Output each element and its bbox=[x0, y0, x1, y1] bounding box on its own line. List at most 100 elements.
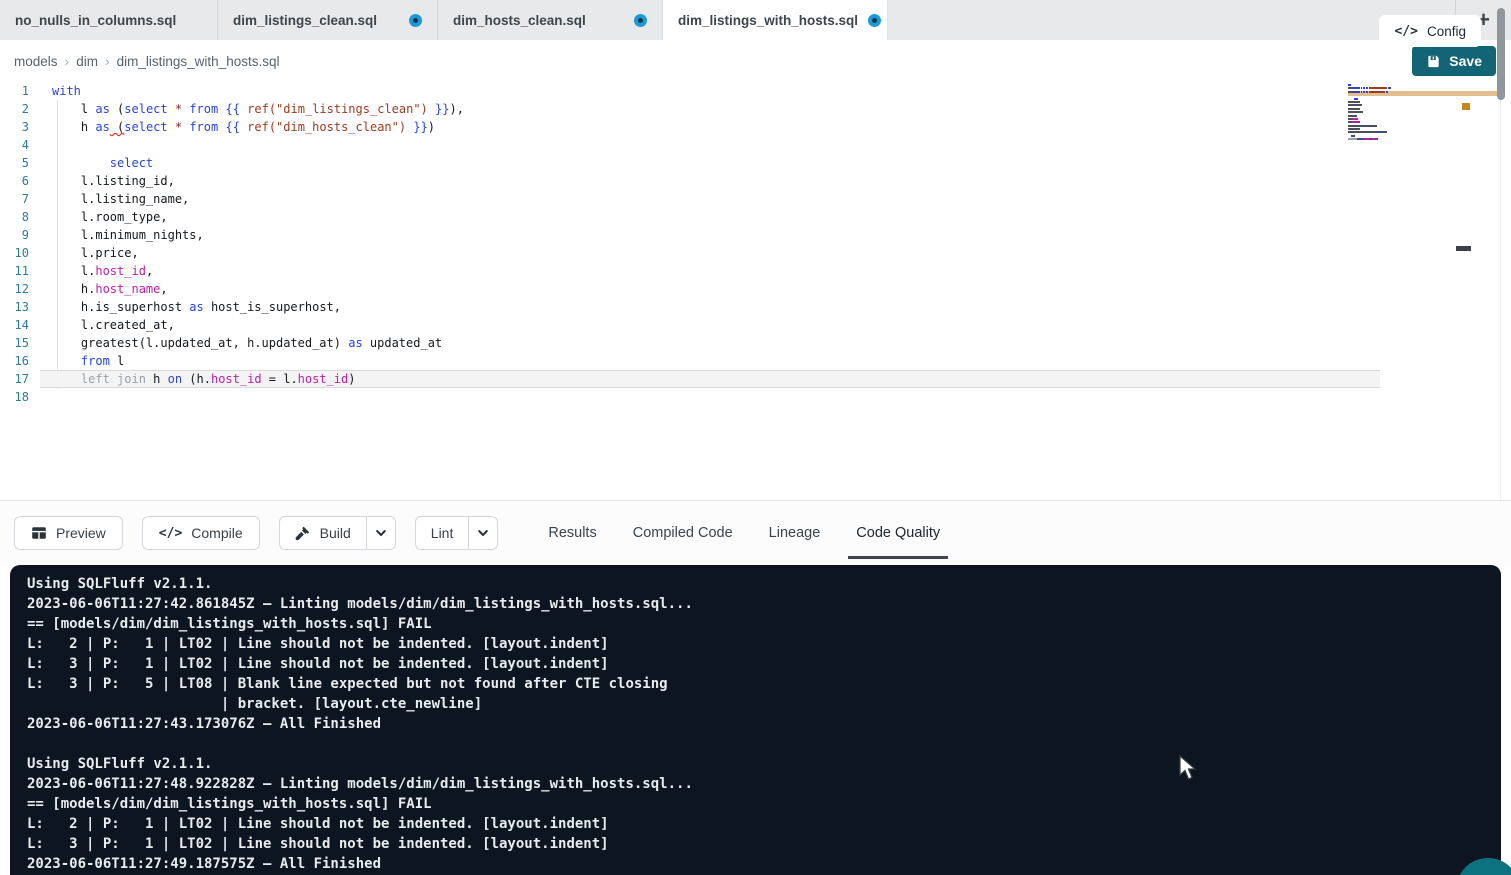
terminal-scrollbar[interactable] bbox=[1497, 8, 1505, 100]
terminal-output-line: L: 3 | P: 5 | LT08 | Blank line expected… bbox=[27, 674, 1501, 694]
code-line[interactable]: greatest(l.updated_at, h.updated_at) as … bbox=[40, 334, 1380, 352]
minimap[interactable] bbox=[1348, 84, 1426, 145]
code-line[interactable]: with bbox=[40, 82, 1380, 100]
terminal-output-line: Using SQLFluff v2.1.1. bbox=[27, 574, 1501, 594]
code-line[interactable]: l.listing_id, bbox=[40, 172, 1380, 190]
editor-tab-label: dim_hosts_clean.sql bbox=[453, 13, 586, 28]
line-number: 2 bbox=[0, 100, 40, 118]
code-line[interactable]: h.host_name, bbox=[40, 280, 1380, 298]
editor-tab-label: dim_listings_with_hosts.sql bbox=[678, 13, 858, 28]
terminal-output-line: L: 2 | P: 1 | LT02 | Line should not be … bbox=[27, 814, 1501, 834]
lint-button-label: Lint bbox=[431, 525, 454, 541]
build-button-label: Build bbox=[320, 525, 351, 541]
editor-right-border bbox=[1500, 82, 1501, 500]
preview-button[interactable]: Preview bbox=[14, 516, 123, 550]
code-line[interactable] bbox=[40, 388, 1380, 406]
compile-button[interactable]: </> Compile bbox=[142, 516, 260, 550]
dbt-cloud-ide: { "tabs": { "items": [ { "label": "no_nu… bbox=[0, 0, 1511, 875]
save-button-label: Save bbox=[1449, 53, 1482, 69]
code-line[interactable]: l.price, bbox=[40, 244, 1380, 262]
build-split-button: Build bbox=[279, 516, 396, 550]
config-button-label: Config bbox=[1427, 24, 1466, 39]
terminal-output-line: == [models/dim/dim_listings_with_hosts.s… bbox=[27, 794, 1501, 814]
terminal-output-line: L: 3 | P: 1 | LT02 | Line should not be … bbox=[27, 654, 1501, 674]
editor-tab-label: no_nulls_in_columns.sql bbox=[15, 13, 176, 28]
breadcrumb: models › dim › dim_listings_with_hosts.sql bbox=[14, 40, 279, 82]
line-number: 13 bbox=[0, 298, 40, 316]
terminal-output-line: L: 2 | P: 1 | LT02 | Line should not be … bbox=[27, 634, 1501, 654]
line-number: 18 bbox=[0, 388, 40, 406]
code-brackets-icon: </> bbox=[1394, 24, 1417, 39]
code-line[interactable]: h.is_superhost as host_is_superhost, bbox=[40, 298, 1380, 316]
code-line[interactable] bbox=[40, 136, 1380, 154]
chevron-right-icon: › bbox=[105, 53, 110, 69]
terminal-output-line: Using SQLFluff v2.1.1. bbox=[27, 754, 1501, 774]
save-floppy-icon bbox=[1426, 54, 1441, 69]
code-line[interactable]: l as (select * from {{ ref("dim_listings… bbox=[40, 100, 1380, 118]
editor-tab[interactable]: dim_listings_with_hosts.sql bbox=[663, 0, 888, 40]
line-number: 5 bbox=[0, 154, 40, 172]
lint-dropdown-caret[interactable] bbox=[468, 517, 497, 549]
terminal-output-line: 2023-06-06T11:27:43.173076Z – All Finish… bbox=[27, 714, 1501, 734]
line-number: 17 bbox=[0, 370, 40, 388]
editor-tab-bar: no_nulls_in_columns.sql dim_listings_clea… bbox=[0, 0, 1511, 40]
build-dropdown-caret[interactable] bbox=[366, 517, 395, 549]
breadcrumb-item[interactable]: models bbox=[14, 54, 58, 69]
lint-output-terminal[interactable]: Using SQLFluff v2.1.1.2023-06-06T11:27:4… bbox=[10, 565, 1501, 875]
panel-tab-lineage[interactable]: Lineage bbox=[769, 517, 821, 549]
line-number: 14 bbox=[0, 316, 40, 334]
code-line[interactable]: from l bbox=[40, 352, 1380, 370]
code-line[interactable]: select bbox=[40, 154, 1380, 172]
terminal-output-line: 2023-06-06T11:27:48.922828Z – Linting mo… bbox=[27, 774, 1501, 794]
terminal-output-line: | bracket. [layout.cte_newline] bbox=[27, 694, 1501, 714]
unsaved-changes-dot-icon[interactable] bbox=[634, 14, 647, 27]
line-number: 12 bbox=[0, 280, 40, 298]
save-button[interactable]: Save bbox=[1412, 46, 1496, 76]
chevron-down-icon bbox=[476, 526, 490, 540]
lint-button[interactable]: Lint bbox=[416, 517, 469, 549]
code-line[interactable]: l.host_id, bbox=[40, 262, 1380, 280]
code-line[interactable]: h as (select * from {{ ref("dim_hosts_cl… bbox=[40, 118, 1380, 136]
lint-split-button: Lint bbox=[415, 516, 499, 550]
panel-tab-results[interactable]: Results bbox=[548, 517, 596, 549]
editor-tab[interactable]: dim_listings_clean.sql bbox=[218, 0, 438, 40]
editor-tab-label: dim_listings_clean.sql bbox=[233, 13, 377, 28]
line-number: 16 bbox=[0, 352, 40, 370]
breadcrumb-item[interactable]: dim_listings_with_hosts.sql bbox=[117, 54, 280, 69]
hammer-icon bbox=[295, 525, 311, 541]
code-line-active[interactable]: left join h on (h.host_id = l.host_id) bbox=[40, 370, 1380, 388]
line-number: 8 bbox=[0, 208, 40, 226]
code-line[interactable]: l.created_at, bbox=[40, 316, 1380, 334]
bottom-toolbar: Preview </> Compile Build bbox=[0, 500, 1511, 565]
breadcrumb-item[interactable]: dim bbox=[76, 54, 98, 69]
build-button[interactable]: Build bbox=[280, 517, 366, 549]
code-line[interactable]: l.room_type, bbox=[40, 208, 1380, 226]
compile-button-label: Compile bbox=[191, 525, 242, 541]
terminal-output-line: L: 3 | P: 1 | LT02 | Line should not be … bbox=[27, 834, 1501, 854]
unsaved-changes-dot-icon[interactable] bbox=[409, 14, 422, 27]
code-line[interactable]: l.listing_name, bbox=[40, 190, 1380, 208]
line-number: 3 bbox=[0, 118, 40, 136]
overview-ruler-warning-marker bbox=[1462, 103, 1470, 110]
code-editor[interactable]: 123456789101112131415161718 with l as (s… bbox=[0, 82, 1511, 500]
line-number-gutter: 123456789101112131415161718 bbox=[0, 82, 40, 406]
panel-tab-compiled-code[interactable]: Compiled Code bbox=[633, 517, 733, 549]
chevron-right-icon: › bbox=[65, 53, 70, 69]
code-brackets-icon: </> bbox=[159, 526, 182, 541]
config-button[interactable]: </> Config bbox=[1379, 15, 1481, 47]
editor-tab[interactable]: dim_hosts_clean.sql bbox=[438, 0, 663, 40]
panel-tab-code-quality[interactable]: Code Quality bbox=[856, 517, 940, 549]
line-number: 10 bbox=[0, 244, 40, 262]
unsaved-changes-dot-icon[interactable] bbox=[868, 14, 881, 27]
line-number: 1 bbox=[0, 82, 40, 100]
overview-ruler-cursor-marker bbox=[1456, 246, 1471, 251]
line-number: 15 bbox=[0, 334, 40, 352]
line-number: 7 bbox=[0, 190, 40, 208]
editor-tab[interactable]: no_nulls_in_columns.sql bbox=[0, 0, 218, 40]
terminal-output-line: == [models/dim/dim_listings_with_hosts.s… bbox=[27, 614, 1501, 634]
code-line[interactable]: l.minimum_nights, bbox=[40, 226, 1380, 244]
code-lines: with l as (select * from {{ ref("dim_lis… bbox=[40, 82, 1380, 406]
chevron-down-icon bbox=[374, 526, 388, 540]
breadcrumb-bar: models › dim › dim_listings_with_hosts.sql S… bbox=[0, 40, 1511, 82]
line-number: 9 bbox=[0, 226, 40, 244]
